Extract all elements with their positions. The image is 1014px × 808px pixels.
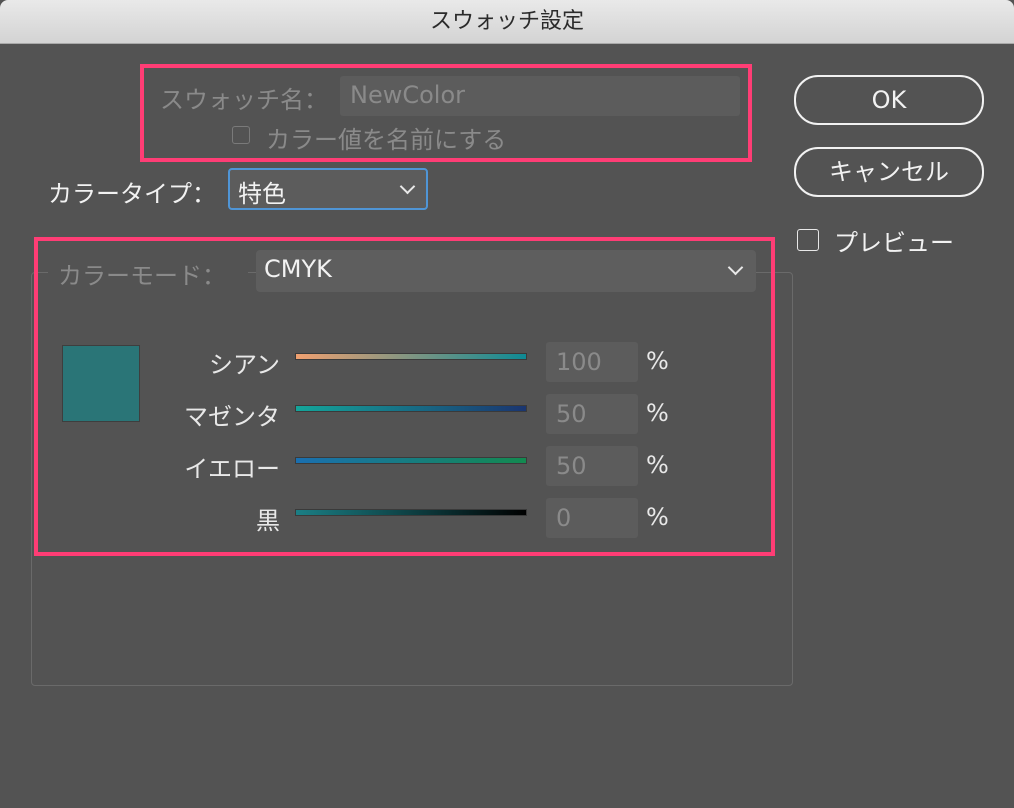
preview-label: プレビュー [834, 229, 954, 257]
cancel-button[interactable]: キャンセル [794, 147, 984, 197]
window-title: スウォッチ設定 [429, 9, 584, 34]
highlight-swatch-name [140, 64, 752, 162]
color-type-label: カラータイプ： [48, 180, 216, 208]
color-type-select[interactable]: 特色 [228, 168, 428, 210]
highlight-color-mode [34, 237, 775, 556]
color-type-value: 特色 [238, 180, 286, 208]
ok-button[interactable]: OK [794, 75, 984, 125]
preview-checkbox[interactable] [797, 229, 819, 251]
chevron-down-icon [399, 178, 416, 195]
